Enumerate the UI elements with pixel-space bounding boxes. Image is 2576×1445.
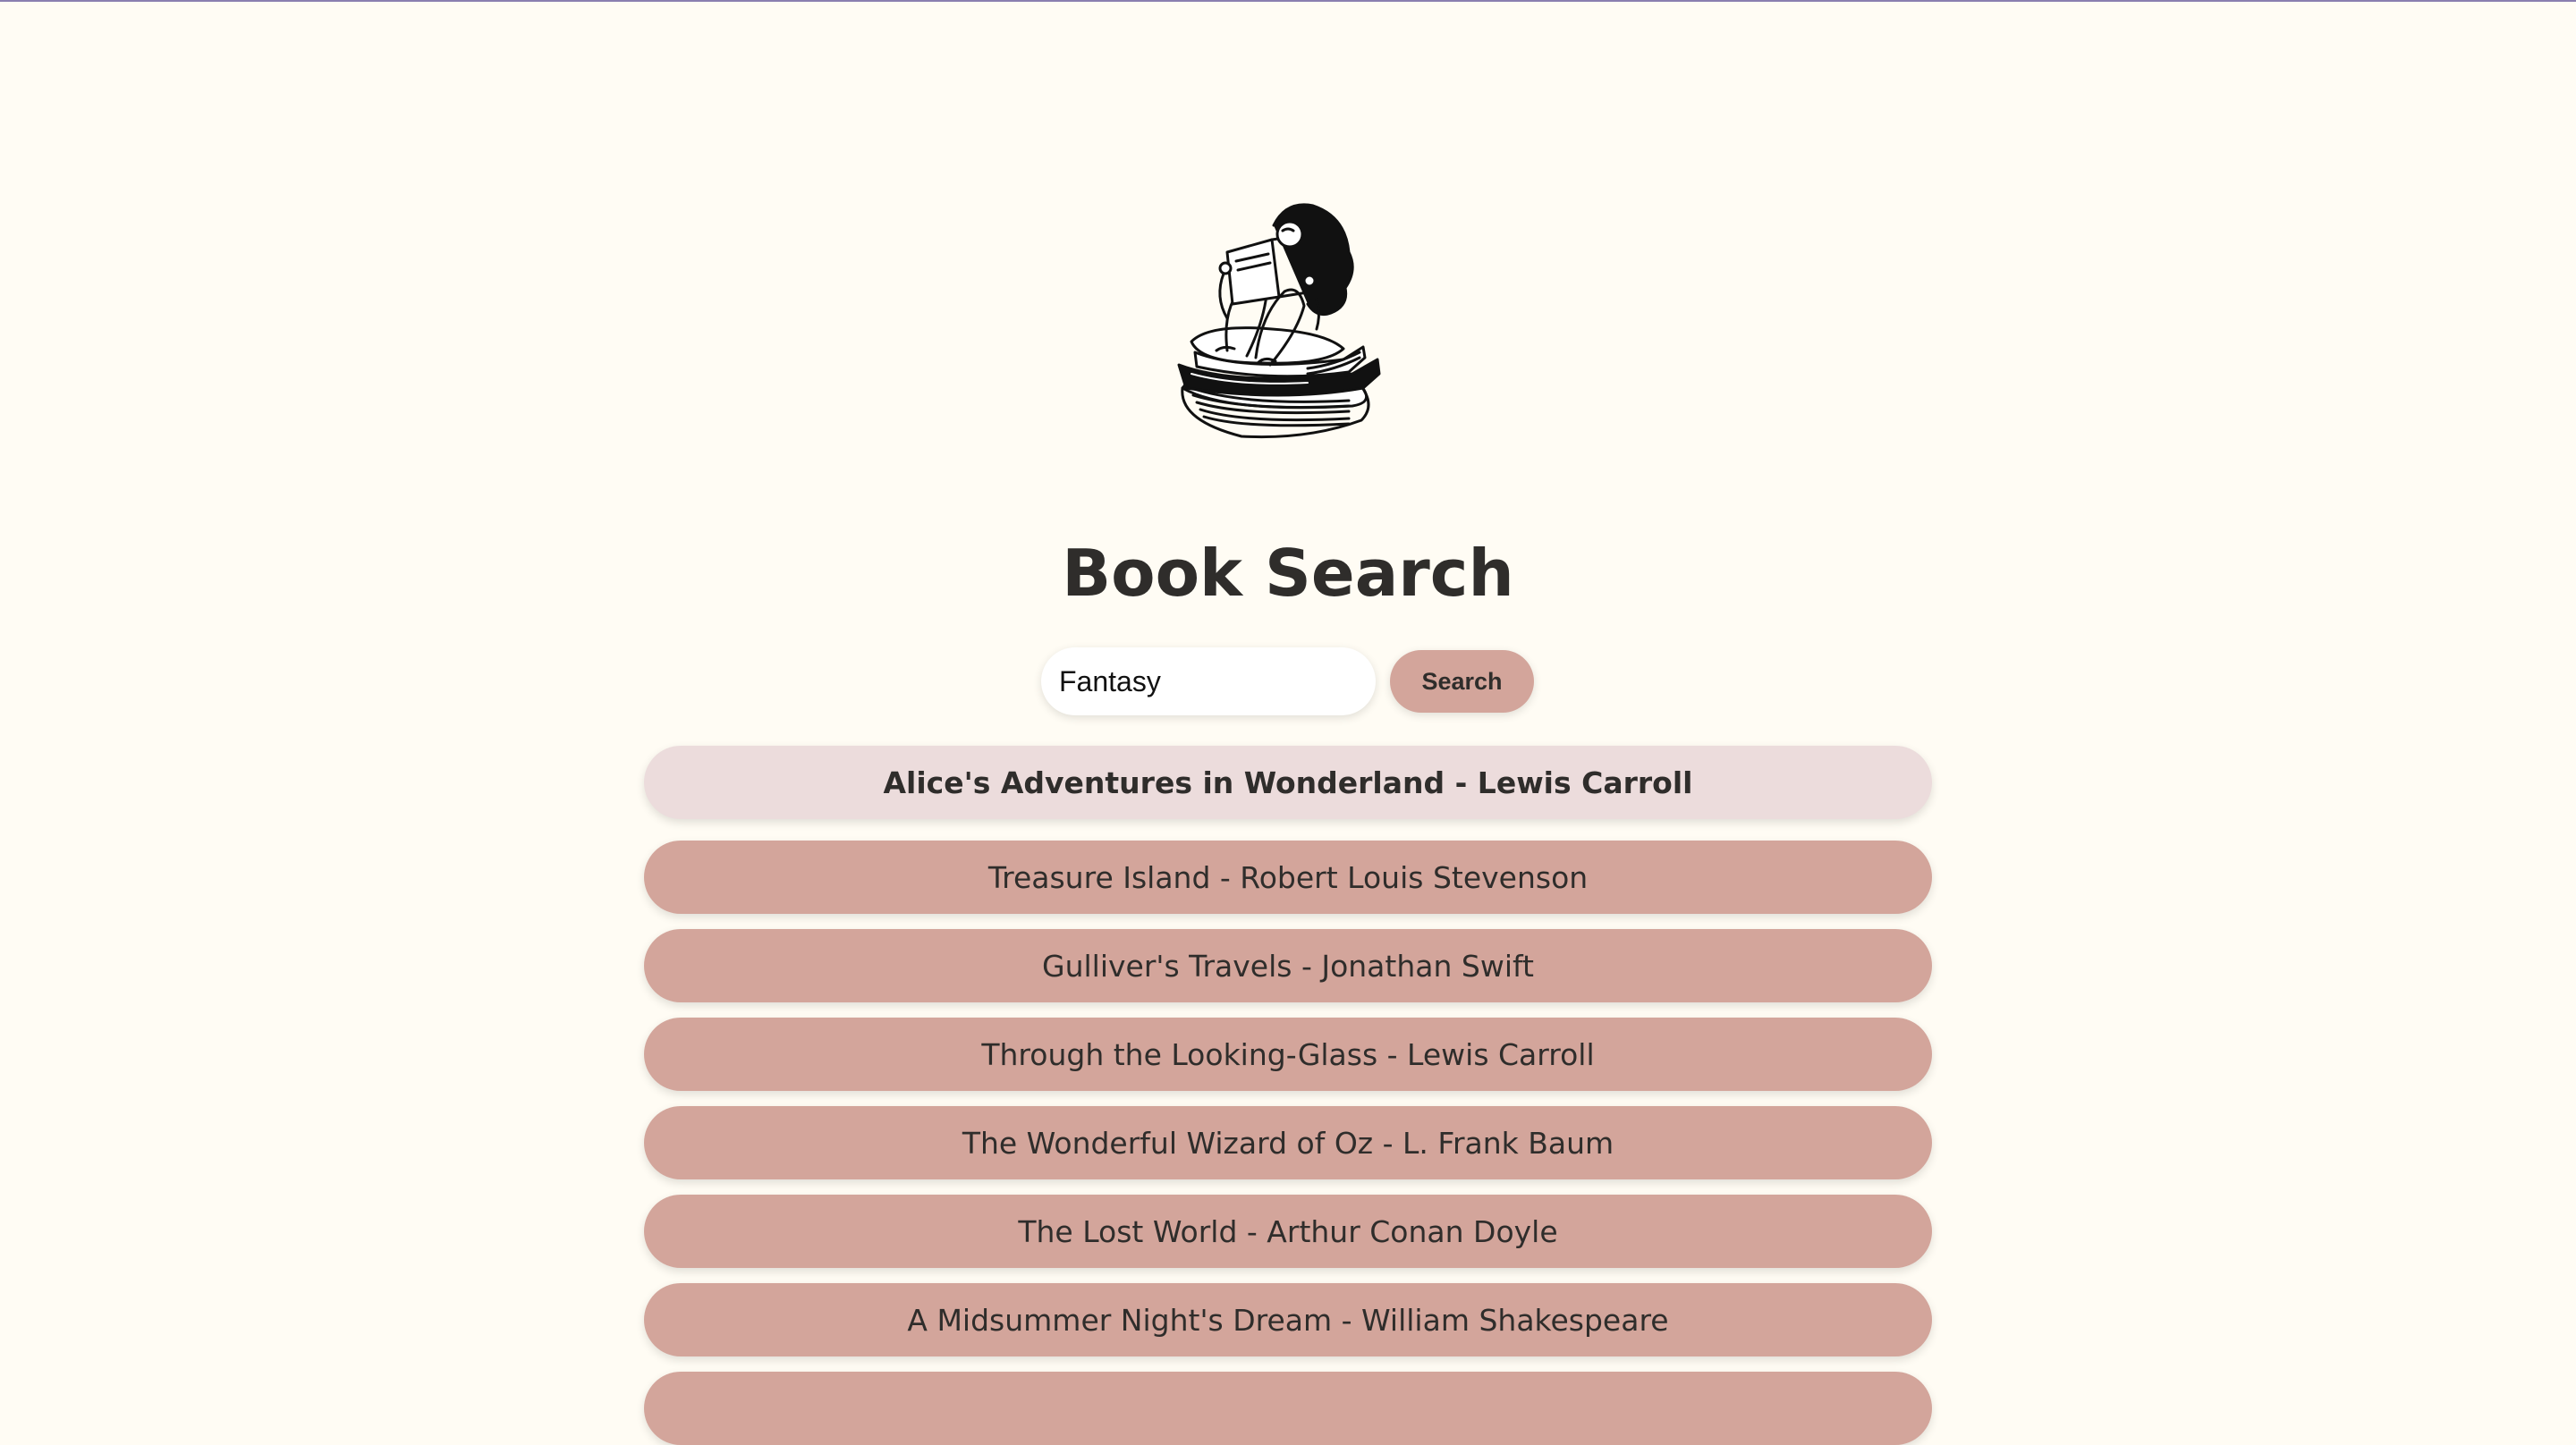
woman-reading-on-books-illustration xyxy=(1177,203,1381,439)
page-title: Book Search xyxy=(1062,536,1514,611)
result-item[interactable]: Gulliver's Travels - Jonathan Swift xyxy=(644,929,1932,1002)
top-border xyxy=(0,0,2576,2)
result-item[interactable]: The Lost World - Arthur Conan Doyle xyxy=(644,1195,1932,1268)
result-item[interactable]: A Midsummer Night's Dream - William Shak… xyxy=(644,1283,1932,1356)
result-item[interactable] xyxy=(644,1372,1932,1445)
result-item-selected[interactable]: Alice's Adventures in Wonderland - Lewis… xyxy=(644,746,1932,819)
result-item[interactable]: Through the Looking-Glass - Lewis Carrol… xyxy=(644,1018,1932,1091)
result-item[interactable]: Treasure Island - Robert Louis Stevenson xyxy=(644,841,1932,914)
result-item[interactable]: The Wonderful Wizard of Oz - L. Frank Ba… xyxy=(644,1106,1932,1179)
search-input[interactable] xyxy=(1041,647,1376,715)
search-button[interactable]: Search xyxy=(1390,650,1534,713)
